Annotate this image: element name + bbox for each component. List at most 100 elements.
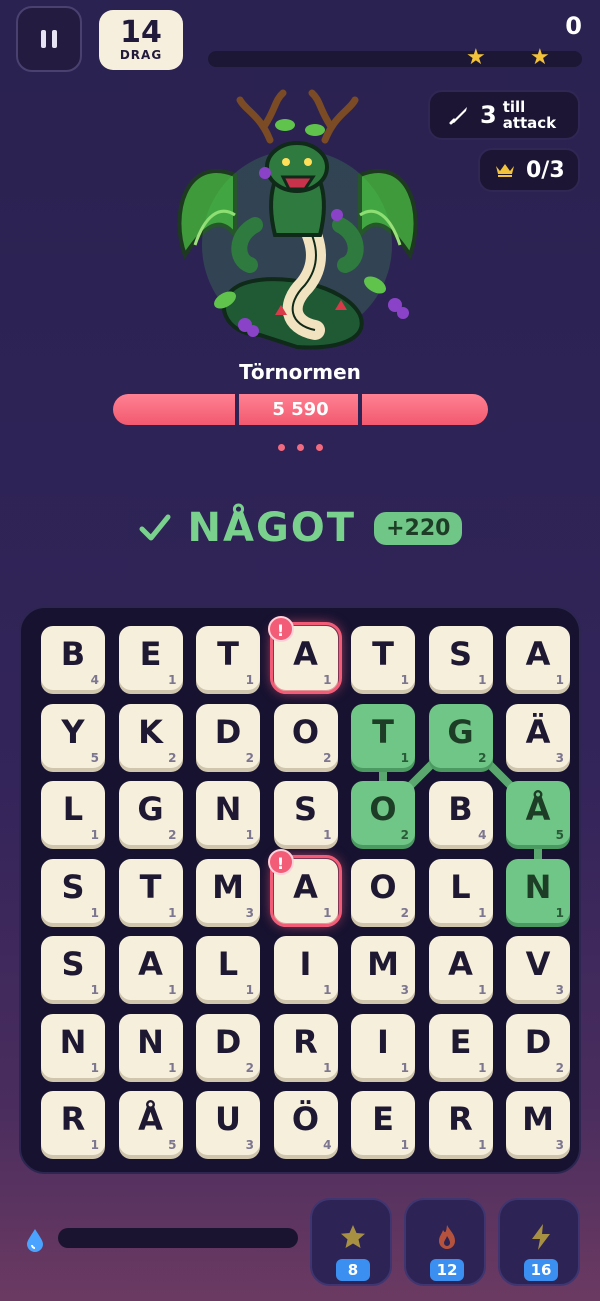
tile-points: 1 [400,750,409,765]
letter-tile[interactable]: O2 [273,703,338,768]
letter-tile[interactable]: I1 [273,936,338,1000]
letter-tile[interactable]: G2 [428,703,493,768]
crown-icon [496,164,514,177]
letter-tile[interactable]: D2 [196,703,260,768]
powerup-flame-button[interactable]: 12 [404,1198,486,1286]
letter-tile[interactable]: M3 [506,1091,570,1155]
letter-tile[interactable]: N1 [118,1013,183,1078]
letter-tile[interactable]: A1 [118,936,183,1000]
letter-tile[interactable]: R1 [273,1013,338,1078]
lightning-icon [532,1224,550,1250]
letter-tile[interactable]: L1 [428,858,493,923]
letter-tile[interactable]: I1 [351,1013,415,1078]
letter-tile[interactable]: O2 [351,858,415,923]
letter-tile[interactable]: D2 [196,1013,260,1078]
letter-tile[interactable]: B4 [41,626,105,690]
letter-tile[interactable]: O2 [351,781,415,845]
tile-points: 3 [245,1138,254,1152]
letter-tile[interactable]: Å5 [506,781,570,845]
letter-tile[interactable]: E1 [428,1013,493,1078]
letter-tile[interactable]: N1 [196,781,260,845]
letter-tile[interactable]: T1 [196,626,260,690]
boss-health-value: 5 590 [272,399,329,420]
found-word-points: +220 [374,511,463,545]
letter-tile[interactable]: E1 [351,1091,415,1155]
tile-letter: B [448,790,473,828]
letter-tile[interactable]: G2 [118,781,183,845]
letter-tile[interactable]: Å5 [118,1091,183,1155]
tile-letter: A [448,945,473,983]
moves-value: 14 [120,15,162,50]
tile-letter: Ö [291,1100,320,1138]
tile-letter: M [367,945,399,983]
pause-button[interactable] [16,6,82,72]
letter-tile[interactable]: K2 [118,703,183,768]
tile-letter: E [139,635,162,673]
mana-progress-bar [58,1228,298,1248]
letter-tile[interactable]: S1 [41,936,105,1000]
letter-tile[interactable]: R1 [41,1091,105,1155]
letter-tile[interactable]: Ä3 [506,703,570,768]
letter-tile[interactable]: A1 [506,626,570,690]
tile-points: 1 [478,1138,487,1152]
letter-tile[interactable]: D2 [506,1013,570,1078]
tile-letter: I [299,945,312,983]
tile-points: 2 [245,1060,254,1075]
letter-tile[interactable]: T1 [351,703,415,768]
attack-counter: 3 till attack [428,90,580,140]
boss-phase-dots [0,436,600,455]
letter-tile[interactable]: A 1! [267,616,342,694]
star-icon [341,1225,365,1248]
pause-icon [41,30,46,48]
letter-tile[interactable]: N1 [506,858,570,923]
attack-turns-value: 3 [480,101,497,129]
tile-letter: D [524,1022,552,1061]
tile-points: 1 [323,1060,332,1075]
letter-tile[interactable]: L1 [41,781,105,845]
letter-tile[interactable]: B4 [428,781,493,845]
tile-points: 1 [90,905,99,920]
tile-points: 1 [555,905,564,920]
tile-letter: L [217,945,239,983]
letter-tile[interactable]: U3 [196,1091,260,1155]
tile-points: 1 [245,673,254,687]
tile-points: 1 [400,673,409,687]
attack-label: till attack [502,98,557,132]
letter-tile[interactable]: Ö4 [273,1091,338,1155]
tile-letter: Ä [525,712,551,751]
letter-tile[interactable]: S1 [428,626,493,690]
letter-tile[interactable]: A 1! [267,848,342,927]
tile-points: 1 [478,983,487,997]
tile-letter: G [447,712,474,751]
tile-points: 3 [555,750,564,765]
letter-tile[interactable]: S1 [41,858,105,923]
letter-tile[interactable]: Y5 [41,703,105,768]
tile-letter: A [138,945,163,983]
letter-tile[interactable]: M3 [196,858,260,923]
boss-dragon-image[interactable] [165,85,430,360]
sword-icon [449,107,467,125]
letter-tile[interactable]: N1 [41,1013,105,1078]
powerup-lightning-button[interactable]: 16 [498,1198,580,1286]
tile-points: 2 [400,905,409,920]
tile-points: 3 [400,983,409,997]
tile-points: 5 [90,750,99,765]
tile-points: 1 [478,673,487,687]
letter-tile[interactable]: V3 [506,936,570,1000]
letter-tile[interactable]: A1 [428,936,493,1000]
letter-tile[interactable]: E1 [118,626,183,690]
letter-tile[interactable]: S1 [273,781,338,845]
powerup-star-button[interactable]: 8 [310,1198,392,1286]
letter-tile[interactable]: T1 [118,858,183,923]
tile-letter: R [60,1100,86,1138]
letter-tile[interactable]: R1 [428,1091,493,1155]
letter-tile[interactable]: M3 [351,936,415,1000]
star-icon: ★ [466,45,486,70]
tile-points: 2 [168,750,177,765]
letter-tile[interactable]: T1 [351,626,415,690]
tile-points: 1 [168,1060,177,1075]
tile-points: 1 [245,828,254,842]
letter-tile[interactable]: L1 [196,936,260,1000]
tile-letter: N [137,1022,164,1061]
tile-letter: L [62,790,84,828]
